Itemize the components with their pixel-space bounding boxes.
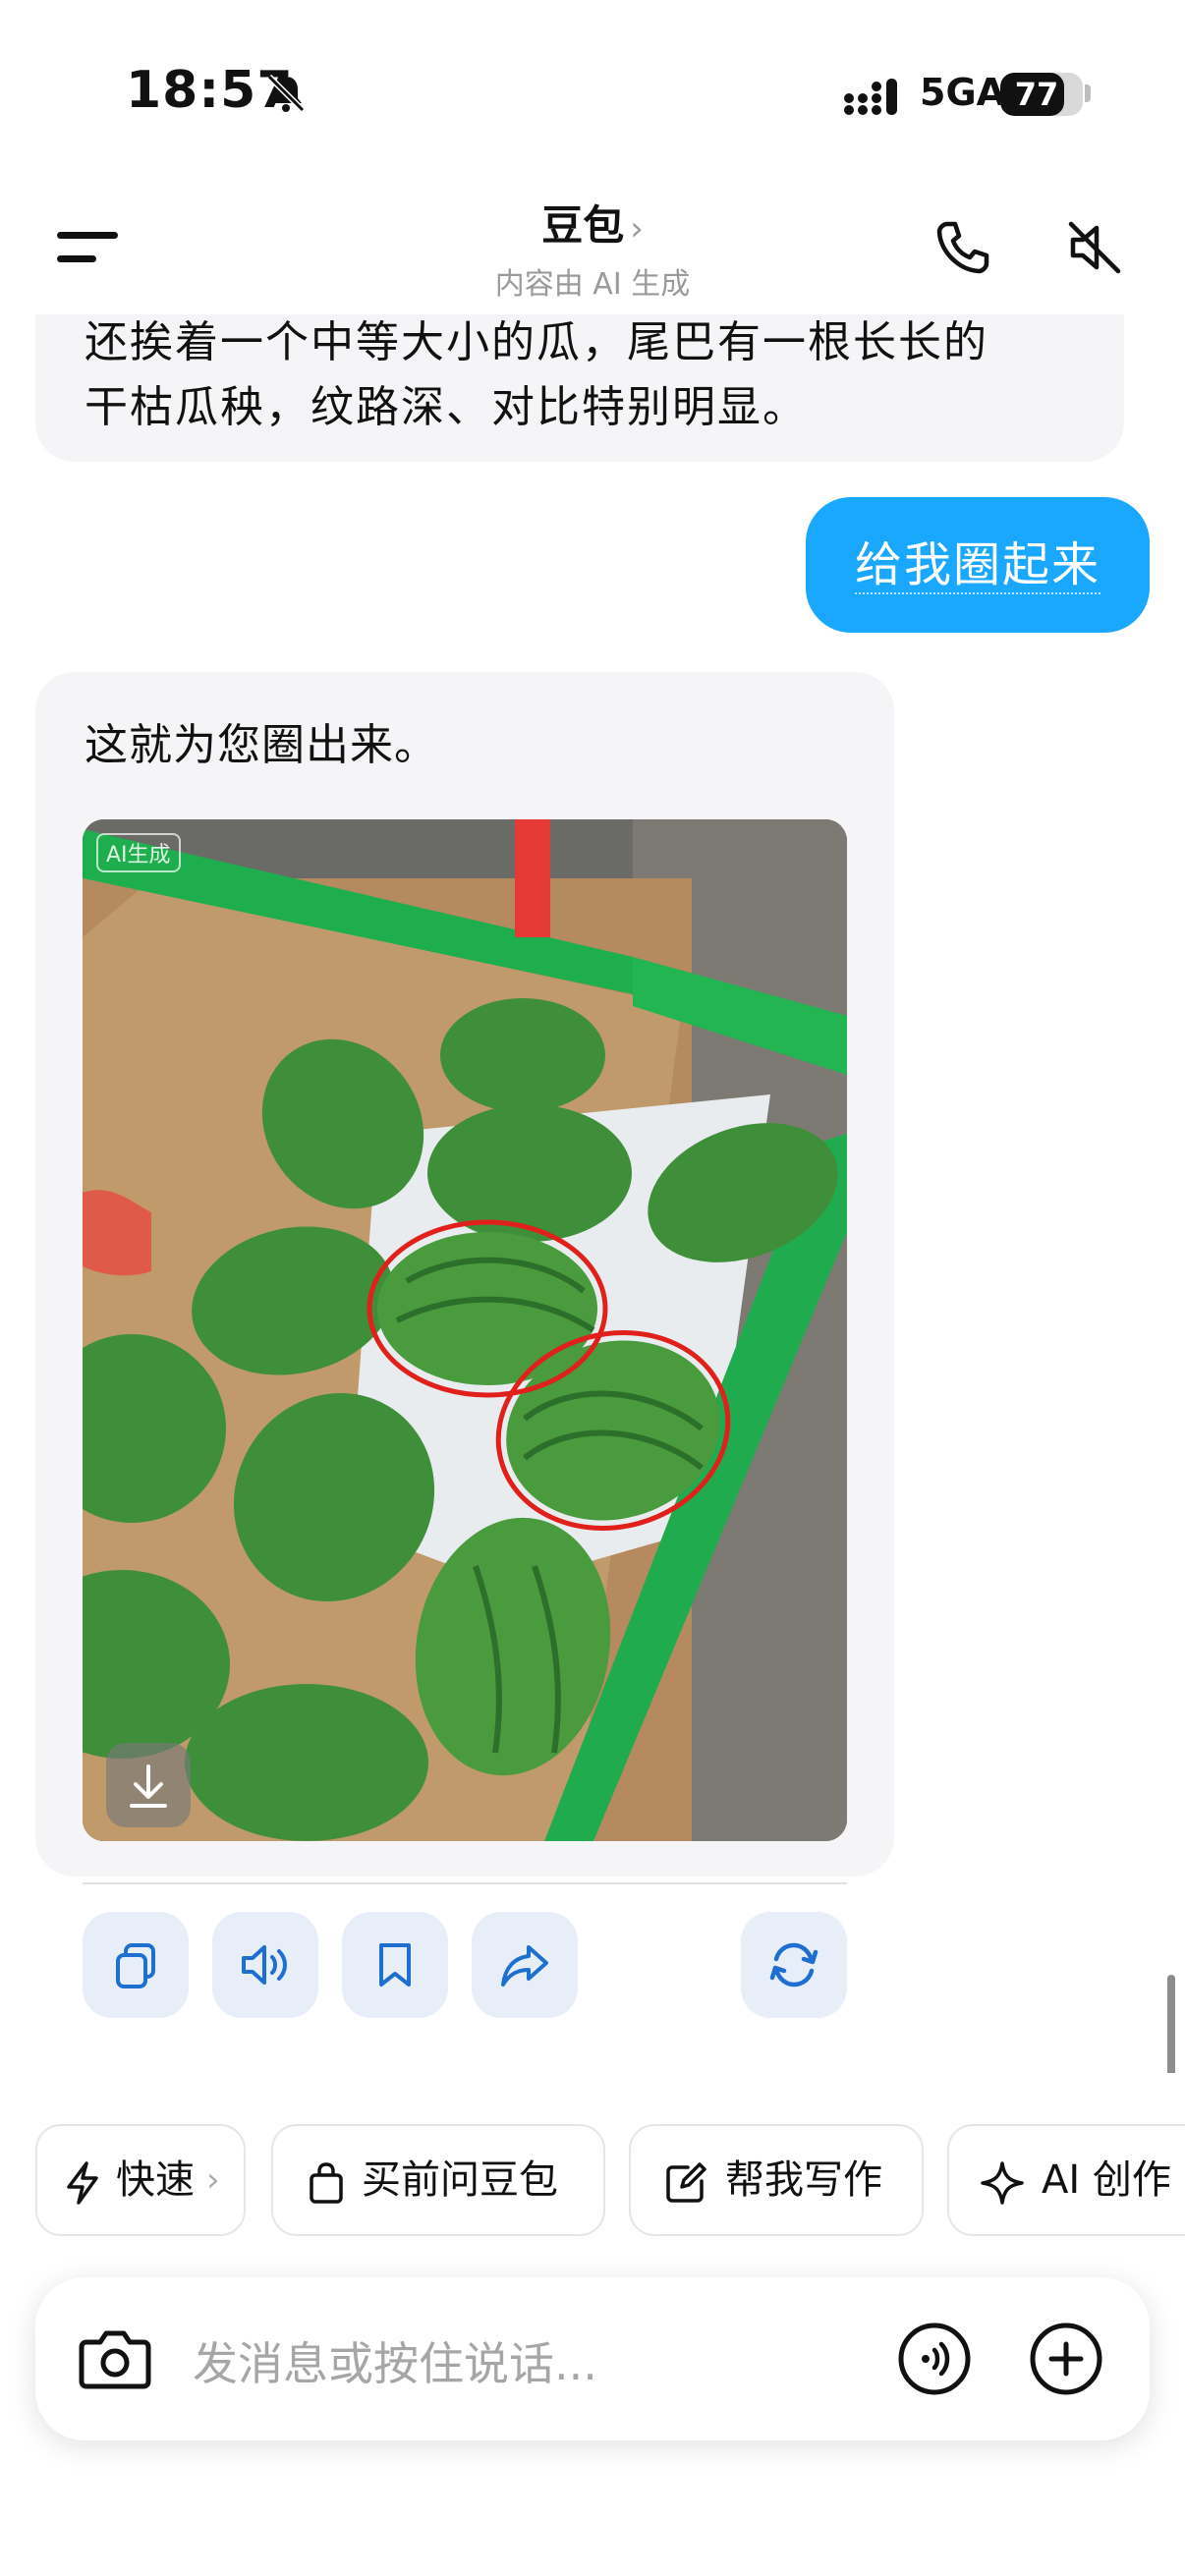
read-aloud-button[interactable] [212, 1912, 318, 2018]
assistant-message-previous: 还挨着一个中等大小的瓜，尾巴有一根长长的 干枯瓜秧，纹路深、对比特别明显。 [35, 314, 1124, 462]
user-message-text: 给我圈起来 [854, 537, 1100, 594]
download-icon [130, 1764, 167, 1808]
message-text-line: 还挨着一个中等大小的瓜，尾巴有一根长长的 [85, 317, 988, 367]
edit-icon [666, 2162, 706, 2203]
assistant-message: 这就为您圈出来。 AI生成 [35, 672, 894, 2018]
generated-image[interactable]: AI生成 [83, 819, 847, 1841]
chat-title: 豆包 [541, 201, 625, 250]
ai-disclaimer: 内容由 AI 生成 [494, 267, 691, 302]
refresh-icon [769, 1942, 818, 1988]
chat-title-button[interactable]: 豆包 › [0, 193, 1185, 252]
network-type: 5GA [920, 71, 1006, 114]
phone-icon[interactable] [931, 216, 994, 279]
chat-scroll-area[interactable]: 还挨着一个中等大小的瓜，尾巴有一根长长的 干枯瓜秧，纹路深、对比特别明显。 给我… [0, 314, 1185, 2073]
chip-writing[interactable]: 帮我写作 [629, 2124, 924, 2236]
download-button[interactable] [106, 1743, 191, 1827]
message-input[interactable]: 发消息或按住说话... [193, 2328, 597, 2393]
user-message[interactable]: 给我圈起来 [806, 497, 1150, 633]
watermelon-photo [83, 819, 847, 1841]
battery-percent: 77 [1014, 76, 1059, 113]
title-chevron-icon: › [630, 209, 644, 249]
chip-ai-create[interactable]: AI 创作 [947, 2124, 1185, 2236]
shopping-bag-icon [310, 2162, 343, 2204]
bookmark-icon [379, 1943, 411, 1987]
chip-fast[interactable]: 快速 › [35, 2124, 246, 2236]
divider [83, 1882, 847, 1884]
voice-icon[interactable] [896, 2321, 973, 2397]
chip-ai-create-label: AI 创作 [1042, 2157, 1171, 2203]
share-button[interactable] [472, 1912, 578, 2018]
chat-header: 豆包 › 内容由 AI 生成 [0, 187, 1185, 314]
battery-indicator: 77 [1000, 73, 1083, 116]
speaker-mute-icon[interactable] [1063, 216, 1126, 279]
ai-generated-badge: AI生成 [96, 833, 181, 872]
chip-ask-label: 买前问豆包 [362, 2157, 558, 2203]
bell-mute-icon [266, 74, 306, 113]
speaker-icon [242, 1945, 287, 1985]
sparkle-icon [981, 2161, 1024, 2205]
chip-writing-label: 帮我写作 [725, 2157, 882, 2203]
app-screen: 18:57 5GA 77 豆包 › 内容由 AI 生成 还挨着一个中等大小的瓜，… [0, 0, 1185, 2576]
lightning-icon [67, 2161, 98, 2205]
message-text-line: 干枯瓜秧，纹路深、对比特别明显。 [85, 382, 808, 432]
share-icon [501, 1945, 548, 1987]
signal-icon [844, 79, 897, 115]
battery-tip [1085, 84, 1091, 102]
copy-icon [116, 1943, 155, 1988]
copy-button[interactable] [83, 1912, 189, 2018]
bookmark-button[interactable] [342, 1912, 448, 2018]
message-input-bar: 发消息或按住说话... [35, 2277, 1150, 2440]
scrollbar-thumb[interactable] [1167, 1975, 1175, 2073]
status-bar: 18:57 5GA 77 [0, 0, 1185, 187]
assistant-message-text: 这就为您圈出来。 [85, 720, 438, 770]
regenerate-button[interactable] [741, 1912, 847, 2018]
chip-fast-label: 快速 [116, 2157, 195, 2203]
chip-ask-before-buy[interactable]: 买前问豆包 [271, 2124, 605, 2236]
camera-icon[interactable] [79, 2326, 151, 2391]
chevron-right-icon: › [206, 2160, 220, 2200]
quick-chips: 快速 › 买前问豆包 帮我写作 AI 创作 [0, 2124, 1185, 2240]
message-actions [83, 1912, 847, 2020]
plus-icon[interactable] [1028, 2321, 1104, 2397]
